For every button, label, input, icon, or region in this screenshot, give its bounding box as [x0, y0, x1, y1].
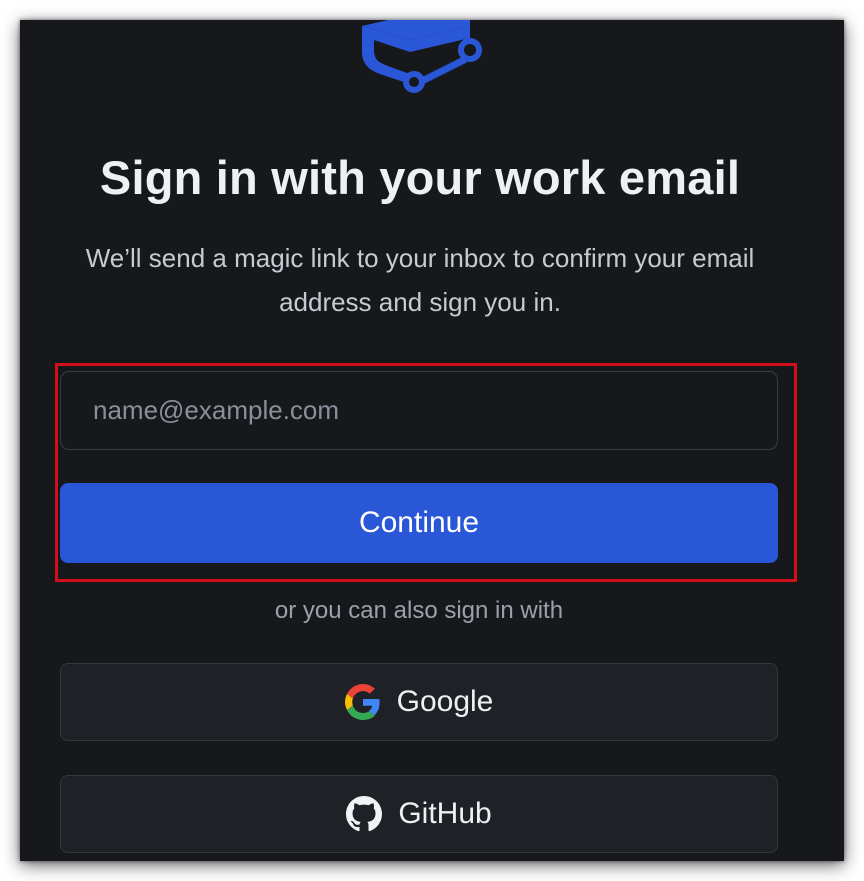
- github-icon: [346, 796, 383, 832]
- continue-button[interactable]: Continue: [60, 483, 778, 563]
- app-logo-icon: [362, 20, 482, 93]
- page-title: Sign in with your work email: [99, 151, 741, 204]
- google-icon: [344, 684, 381, 720]
- github-signin-button[interactable]: GitHub: [60, 775, 778, 853]
- alternative-signin-text: or you can also sign in with: [274, 597, 564, 624]
- github-label: GitHub: [398, 797, 492, 830]
- sign-in-panel: Sign in with your work email We’ll send …: [20, 20, 844, 861]
- google-label: Google: [396, 685, 494, 718]
- email-input[interactable]: [60, 371, 778, 450]
- page-subtitle: We’ll send a magic link to your inbox to…: [85, 243, 755, 317]
- google-signin-button[interactable]: Google: [60, 663, 778, 741]
